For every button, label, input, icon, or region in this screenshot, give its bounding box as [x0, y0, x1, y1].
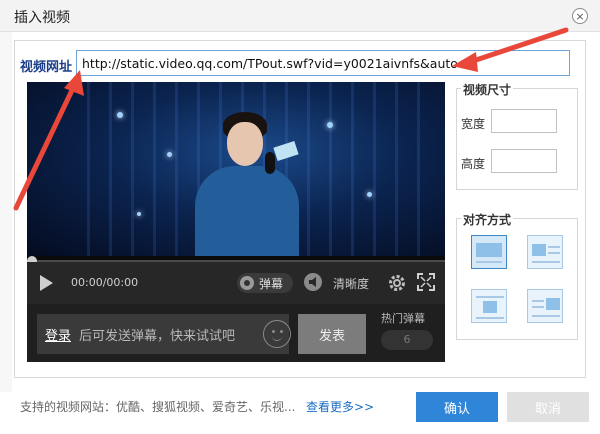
background-page-edge: [0, 32, 12, 392]
close-icon[interactable]: ×: [572, 8, 588, 24]
width-label: 宽度: [461, 117, 486, 131]
cancel-button[interactable]: 取消: [507, 392, 589, 422]
player-controls: 00:00/00:00 弹幕 清晰度: [27, 262, 445, 304]
hot-danmu-label: 热门弹幕: [381, 312, 425, 325]
align-icon-line: [476, 296, 504, 298]
confirm-button[interactable]: 确认: [416, 392, 498, 422]
alignment-legend: 对齐方式: [461, 211, 514, 228]
align-icon-line: [532, 315, 560, 317]
stage-light-dot: [137, 212, 141, 216]
microphone: [265, 152, 275, 174]
video-url-input[interactable]: [76, 50, 570, 76]
danmu-toggle-icon: [240, 276, 254, 290]
danmu-input[interactable]: 登录 后可发送弹幕，快来试试吧: [37, 314, 291, 354]
clarity-button[interactable]: 清晰度: [333, 275, 369, 292]
alignment-group: 对齐方式: [456, 211, 578, 340]
align-none-option[interactable]: [471, 235, 507, 269]
send-danmu-button[interactable]: 发表: [298, 314, 366, 354]
emoji-icon[interactable]: [263, 320, 291, 348]
align-right-option[interactable]: [527, 289, 563, 323]
gear-icon[interactable]: [387, 273, 407, 293]
singer-face: [227, 122, 263, 166]
danmu-bar: 登录 后可发送弹幕，快来试试吧 发表 热门弹幕 6: [27, 304, 445, 362]
hot-danmu-count: 6: [381, 330, 433, 350]
playback-time: 00:00/00:00: [71, 276, 139, 289]
stage-light-dot: [167, 152, 172, 157]
see-more-link[interactable]: 查看更多>>: [306, 398, 374, 415]
align-center-icon: [483, 301, 497, 313]
video-size-group: 视频尺寸 宽度 高度: [456, 81, 578, 190]
width-input[interactable]: [491, 109, 557, 133]
dialog-title: 插入视频: [14, 10, 70, 26]
video-size-legend: 视频尺寸: [461, 81, 514, 98]
align-icon-line: [476, 317, 504, 319]
stage-light-dot: [367, 192, 372, 197]
singer-body: [195, 166, 299, 256]
align-left-option[interactable]: [527, 235, 563, 269]
align-right-icon: [546, 298, 560, 310]
align-center-option[interactable]: [471, 289, 507, 323]
danmu-toggle-label: 弹幕: [259, 277, 284, 291]
align-icon-line: [532, 306, 544, 308]
align-icon-line: [548, 252, 560, 254]
danmu-toggle[interactable]: 弹幕: [237, 273, 293, 293]
stage-light-dot: [327, 122, 333, 128]
speaker-glyph: [309, 277, 316, 287]
video-preview-frame: [27, 82, 445, 256]
align-icon-line: [476, 261, 502, 263]
url-label: 视频网址: [20, 60, 73, 75]
supported-sites-text: 支持的视频网站：优酷、搜狐视频、爱奇艺、乐视...: [20, 400, 296, 414]
align-icon-line: [548, 246, 560, 248]
height-input[interactable]: [491, 149, 557, 173]
fullscreen-icon[interactable]: [417, 273, 435, 291]
volume-icon[interactable]: [304, 273, 322, 291]
align-none-icon: [476, 243, 502, 257]
danmu-hint: 后可发送弹幕，快来试试吧: [79, 329, 236, 344]
play-icon[interactable]: [37, 274, 55, 292]
align-icon-line: [532, 261, 560, 263]
login-link[interactable]: 登录: [45, 325, 71, 344]
hot-danmu[interactable]: 热门弹幕 6: [377, 310, 437, 354]
video-player[interactable]: 00:00/00:00 弹幕 清晰度 登录 后可发送弹幕，快来试试吧 发表 热门…: [27, 82, 445, 362]
height-label: 高度: [461, 157, 486, 171]
align-icon-line: [532, 300, 544, 302]
dialog-titlebar: 插入视频 ×: [0, 0, 600, 32]
stage-light-dot: [117, 112, 123, 118]
align-left-icon: [532, 244, 546, 256]
